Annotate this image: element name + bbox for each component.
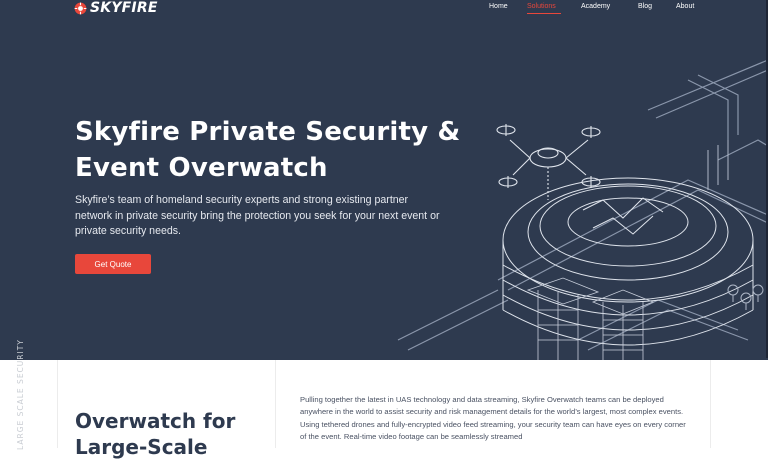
section-divider [710, 360, 711, 448]
top-navbar: SKYFIRE Home Solutions Academy Blog Abou… [0, 0, 768, 22]
overwatch-section: LARGE SCALE SECURITY Overwatch for Large… [0, 339, 768, 459]
nav-link-academy[interactable]: Academy [581, 3, 610, 10]
brand-name: SKYFIRE [90, 0, 158, 16]
section-title: Overwatch for Large-Scale [75, 409, 236, 459]
hero-description: Skyfire’s team of homeland security expe… [75, 194, 440, 237]
get-quote-button[interactable]: Get Quote [75, 254, 151, 274]
nav-link-solutions[interactable]: Solutions [527, 3, 556, 10]
active-nav-indicator [527, 13, 561, 14]
skyfire-logo-icon [74, 2, 87, 14]
section-vertical-label: LARGE SCALE SECURITY [16, 339, 25, 450]
nav-link-blog[interactable]: Blog [638, 3, 652, 10]
section-divider [57, 360, 58, 448]
nav-link-about[interactable]: About [676, 3, 694, 10]
hero-section: SKYFIRE Home Solutions Academy Blog Abou… [0, 0, 768, 360]
nav-link-home[interactable]: Home [489, 3, 508, 10]
brand-logo[interactable]: SKYFIRE [74, 0, 158, 16]
drone-over-stadium-illustration [397, 59, 768, 360]
hero-title: Skyfire Private Security & Event Overwat… [75, 117, 461, 183]
section-body-text: Pulling together the latest in UAS techn… [300, 395, 686, 441]
section-divider [275, 360, 276, 448]
